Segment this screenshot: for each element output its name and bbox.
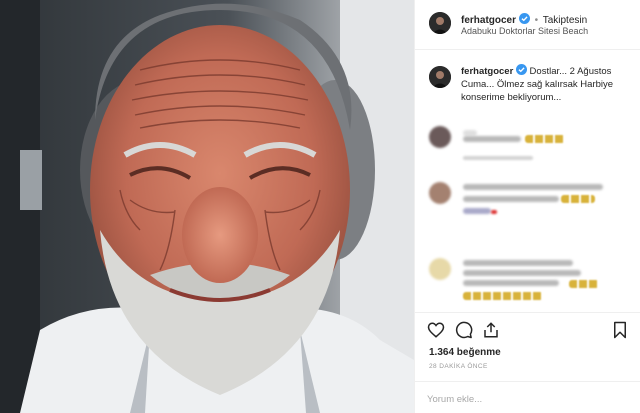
blurred-emoji bbox=[569, 280, 599, 288]
blurred-text bbox=[463, 260, 573, 266]
blurred-text bbox=[463, 196, 559, 202]
blurred-text bbox=[463, 270, 581, 276]
blurred-text bbox=[463, 280, 559, 286]
blurred-emoji bbox=[463, 292, 543, 300]
bookmark-icon[interactable] bbox=[611, 321, 629, 339]
blurred-meta bbox=[491, 210, 497, 214]
list-item bbox=[429, 258, 633, 308]
blurred-emoji bbox=[561, 195, 595, 203]
comment-input[interactable] bbox=[427, 391, 627, 407]
share-icon[interactable] bbox=[482, 321, 500, 339]
comment-icon[interactable] bbox=[455, 321, 473, 339]
blurred-emoji bbox=[525, 135, 565, 143]
avatar[interactable] bbox=[429, 66, 451, 88]
avatar bbox=[429, 182, 451, 204]
list-item bbox=[429, 182, 633, 224]
instagram-post: ferhatgocer • Takiptesin Adabuku Doktorl… bbox=[0, 0, 640, 413]
blurred-text bbox=[463, 184, 603, 190]
header-line: ferhatgocer • Takiptesin bbox=[461, 13, 587, 26]
following-button[interactable]: Takiptesin bbox=[543, 15, 587, 26]
post-header: ferhatgocer • Takiptesin Adabuku Doktorl… bbox=[415, 0, 640, 50]
username-link[interactable]: ferhatgocer bbox=[461, 15, 516, 26]
separator-dot: • bbox=[534, 15, 539, 26]
avatar[interactable] bbox=[429, 12, 451, 34]
post-timestamp[interactable]: 28 DAKİKA ÖNCE bbox=[429, 363, 488, 370]
verified-badge-icon bbox=[515, 64, 527, 75]
portrait-image bbox=[0, 0, 414, 413]
post-actions: 1.364 beğenme 28 DAKİKA ÖNCE bbox=[415, 312, 640, 412]
heart-icon[interactable] bbox=[427, 321, 445, 339]
blurred-meta bbox=[463, 156, 533, 160]
caption-username[interactable]: ferhatgocer bbox=[461, 66, 513, 77]
location-link[interactable]: Adabuku Doktorlar Sitesi Beach bbox=[461, 26, 588, 36]
verified-badge-icon bbox=[518, 13, 530, 24]
likes-count[interactable]: 1.364 beğenme bbox=[429, 347, 501, 358]
caption-text-block: ferhatgocer Dostlar... 2 Ağustos Cuma...… bbox=[461, 64, 633, 104]
post-side-panel: ferhatgocer • Takiptesin Adabuku Doktorl… bbox=[414, 0, 640, 413]
list-item bbox=[429, 126, 633, 166]
blurred-text bbox=[463, 136, 521, 142]
add-comment-box bbox=[415, 381, 640, 413]
post-photo[interactable] bbox=[0, 0, 414, 413]
blurred-text bbox=[463, 208, 491, 214]
avatar bbox=[429, 258, 451, 280]
avatar bbox=[429, 126, 451, 148]
